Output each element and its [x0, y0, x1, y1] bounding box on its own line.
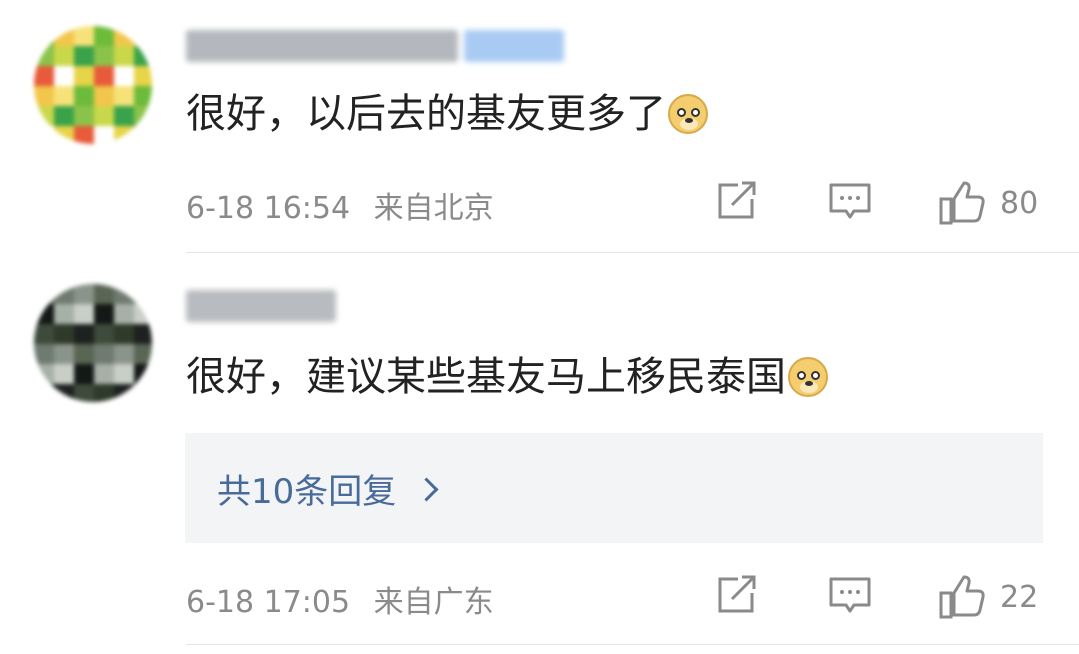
avatar[interactable]	[34, 284, 152, 402]
comment-icon	[829, 577, 871, 613]
divider	[186, 644, 1079, 645]
avatar[interactable]	[34, 26, 152, 144]
like-count: 80	[1000, 185, 1039, 221]
like-count: 22	[1000, 579, 1039, 615]
comment-button[interactable]	[828, 575, 872, 615]
share-button[interactable]	[716, 181, 758, 221]
comment-button[interactable]	[828, 181, 872, 221]
replies-label: 共10条回复	[217, 471, 397, 512]
thumbs-up-icon	[939, 181, 985, 225]
comment-icon	[829, 183, 871, 219]
doge-emoji-icon	[788, 357, 828, 397]
chevron-right-icon	[414, 476, 439, 502]
comment-item: 很好，以后去的基友更多了 6-18 16:54 来自北京 80	[0, 0, 1079, 254]
comment-text: 很好，建议某些基友马上移民泰国	[186, 351, 828, 403]
view-replies-button[interactable]: 共10条回复	[185, 433, 1043, 543]
comment-item: 很好，建议某些基友马上移民泰国 共10条回复 6-18 17:05 来自广东 2…	[0, 256, 1079, 654]
like-button[interactable]: 22	[938, 575, 1038, 619]
like-button[interactable]: 80	[938, 181, 1038, 225]
comment-location: 来自北京	[373, 191, 494, 226]
comment-meta: 6-18 16:54 来自北京 80	[186, 175, 1043, 226]
user-badge	[464, 30, 564, 62]
thumbs-up-icon	[939, 575, 985, 619]
username[interactable]	[186, 290, 336, 322]
comment-timestamp: 6-18 16:54	[186, 191, 351, 226]
username[interactable]	[186, 30, 564, 62]
comment-location: 来自广东	[373, 585, 494, 620]
doge-emoji-icon	[668, 94, 708, 134]
share-icon	[718, 181, 756, 219]
divider	[186, 252, 1079, 253]
comment-meta: 6-18 17:05 来自广东 22	[186, 569, 1043, 620]
share-icon	[718, 575, 756, 613]
comment-timestamp: 6-18 17:05	[186, 585, 351, 620]
share-button[interactable]	[716, 575, 758, 615]
comment-text: 很好，以后去的基友更多了	[186, 88, 708, 140]
